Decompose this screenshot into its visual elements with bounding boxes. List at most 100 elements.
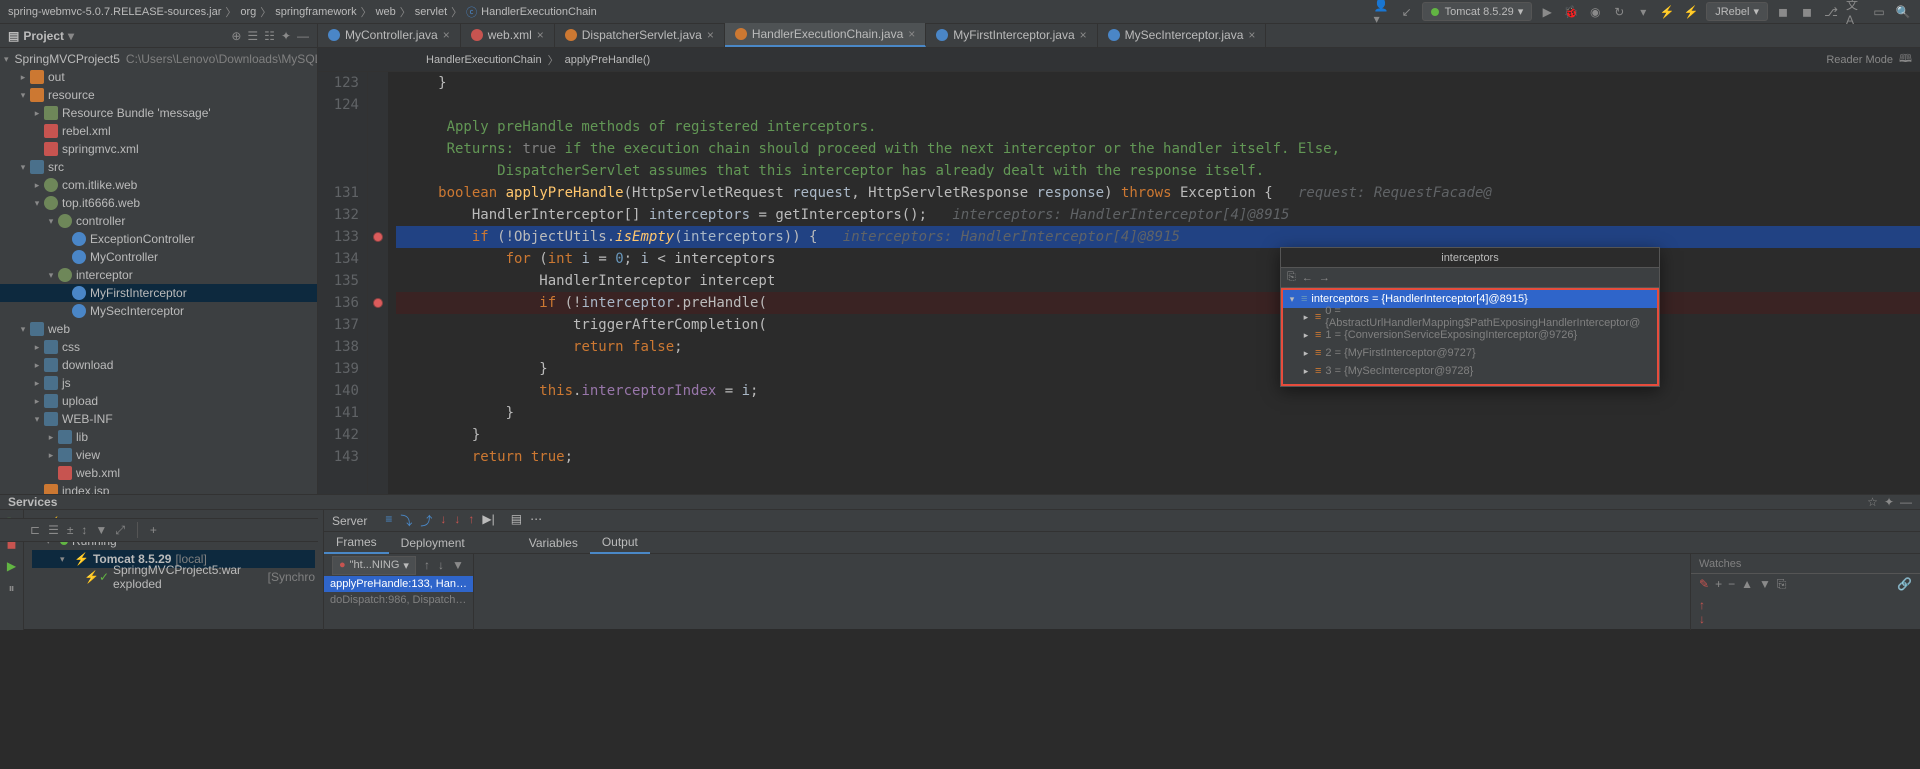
popup-title: interceptors bbox=[1281, 248, 1659, 268]
tb-icon[interactable]: ⊏ bbox=[30, 523, 40, 537]
pause-icon[interactable]: ⏸ bbox=[4, 580, 20, 596]
step-icon[interactable]: ↓ bbox=[454, 512, 460, 529]
copy-icon[interactable]: ⎘ bbox=[1777, 577, 1787, 592]
tb-icon[interactable]: ▼ bbox=[95, 523, 107, 537]
bc-p2[interactable]: springframework bbox=[275, 6, 356, 18]
down-icon[interactable]: ▼ bbox=[1759, 577, 1771, 591]
breakpoint-icon[interactable] bbox=[373, 298, 383, 308]
output-tab[interactable]: Output bbox=[590, 532, 650, 554]
eval-icon[interactable]: ▤ bbox=[511, 512, 522, 529]
step-icon[interactable]: ↓ bbox=[440, 512, 446, 529]
close-icon[interactable]: × bbox=[908, 27, 915, 41]
variables-tab[interactable]: Variables bbox=[517, 532, 590, 554]
bc-p4[interactable]: servlet bbox=[415, 6, 447, 18]
translate-icon[interactable]: 文A bbox=[1846, 3, 1864, 21]
step-over-icon[interactable]: ≡ bbox=[385, 512, 392, 529]
watches-title: Watches bbox=[1691, 554, 1920, 574]
stop2-icon[interactable]: ◼ bbox=[1798, 3, 1816, 21]
step-out-icon[interactable]: ⤴ bbox=[420, 512, 432, 529]
tb-add-icon[interactable]: + bbox=[150, 523, 157, 537]
thread-selector[interactable]: ●"ht...NING▾ bbox=[332, 556, 416, 575]
link-icon[interactable]: 🔗 bbox=[1897, 577, 1912, 591]
user-icon[interactable]: 👤▾ bbox=[1374, 3, 1392, 21]
bc-root[interactable]: spring-webmvc-5.0.7.RELEASE-sources.jar bbox=[8, 6, 221, 18]
popup-row[interactable]: ▸≡3 = {MySecInterceptor@9728} bbox=[1283, 362, 1657, 380]
bc-p1[interactable]: org bbox=[240, 6, 256, 18]
close-icon[interactable]: × bbox=[537, 28, 544, 42]
root-label[interactable]: SpringMVCProject5 bbox=[15, 52, 120, 66]
remove-icon[interactable]: − bbox=[1728, 577, 1735, 591]
jrebel-run-icon[interactable]: ⚡ bbox=[1658, 3, 1676, 21]
prev-frame-icon[interactable]: ↑ bbox=[424, 558, 430, 572]
git-icon[interactable]: ⎇ bbox=[1822, 3, 1840, 21]
profile-icon[interactable]: ↻ bbox=[1610, 3, 1628, 21]
tab-secint[interactable]: MySecInterceptor.java× bbox=[1098, 23, 1267, 47]
services-hide-icon[interactable]: — bbox=[1900, 495, 1912, 509]
bc-current[interactable]: HandlerExecutionChain bbox=[481, 6, 597, 18]
project-tree[interactable]: ▾SpringMVCProject5C:\Users\Lenovo\Downlo… bbox=[0, 48, 317, 494]
run-cursor-icon[interactable]: ▶| bbox=[482, 512, 494, 529]
run-config-selector[interactable]: Tomcat 8.5.29 ▾ bbox=[1422, 2, 1533, 21]
layout-icon[interactable]: ▭ bbox=[1870, 3, 1888, 21]
down-arrow-icon[interactable]: ↓ bbox=[1699, 612, 1705, 626]
next-frame-icon[interactable]: ↓ bbox=[438, 558, 444, 572]
popup-row[interactable]: ▸≡2 = {MyFirstInterceptor@9727} bbox=[1283, 344, 1657, 362]
popup-fwd-icon[interactable]: → bbox=[1319, 272, 1330, 284]
tab-firstint[interactable]: MyFirstInterceptor.java× bbox=[926, 23, 1097, 47]
bc-p3[interactable]: web bbox=[376, 6, 396, 18]
debug-icon[interactable]: 🐞 bbox=[1562, 3, 1580, 21]
frame-row[interactable]: applyPreHandle:133, HandlerE bbox=[324, 576, 473, 592]
jrebel-selector[interactable]: JRebel ▾ bbox=[1706, 2, 1768, 21]
frame-row[interactable]: doDispatch:986, DispatcherSer bbox=[324, 592, 473, 608]
up-icon[interactable]: ▲ bbox=[1741, 577, 1753, 591]
select-opened-icon[interactable]: ⊕ bbox=[231, 29, 241, 43]
more-icon[interactable]: ▾ bbox=[1634, 3, 1652, 21]
sync-icon[interactable]: ↙ bbox=[1398, 3, 1416, 21]
services-fav-icon[interactable]: ☆ bbox=[1867, 495, 1878, 509]
popup-copy-icon[interactable]: ⎘ bbox=[1287, 271, 1296, 284]
tb-icon[interactable]: ± bbox=[67, 523, 74, 537]
hide-icon[interactable]: — bbox=[297, 29, 309, 43]
tab-handlerexec[interactable]: HandlerExecutionChain.java× bbox=[725, 23, 926, 47]
server-tab[interactable]: Server bbox=[332, 514, 367, 528]
popup-row[interactable]: ▸≡0 = {AbstractUrlHandlerMapping$PathExp… bbox=[1283, 308, 1657, 326]
add-icon[interactable]: + bbox=[1715, 577, 1722, 591]
coverage-icon[interactable]: ◉ bbox=[1586, 3, 1604, 21]
code-content[interactable]: } Apply preHandle methods of registered … bbox=[388, 72, 1920, 494]
settings-icon[interactable]: ✦ bbox=[281, 29, 291, 43]
tb-icon[interactable]: ☰ bbox=[48, 523, 59, 537]
frames-tab[interactable]: Frames bbox=[324, 532, 389, 554]
step-into-icon[interactable]: ⤵ bbox=[400, 512, 412, 529]
step-icon[interactable]: ↑ bbox=[468, 512, 474, 529]
frames-list[interactable]: applyPreHandle:133, HandlerE doDispatch:… bbox=[324, 576, 473, 608]
top-right-controls: 👤▾ ↙ Tomcat 8.5.29 ▾ ▶ 🐞 ◉ ↻ ▾ ⚡ ⚡ JRebe… bbox=[1374, 2, 1912, 21]
tab-webxml[interactable]: web.xml× bbox=[461, 23, 555, 47]
tb-icon[interactable]: ↕ bbox=[81, 523, 87, 537]
tab-dispatcher[interactable]: DispatcherServlet.java× bbox=[555, 23, 725, 47]
expand-all-icon[interactable]: ☰ bbox=[247, 29, 258, 43]
resume-icon[interactable]: ▶ bbox=[4, 558, 20, 574]
services-settings-icon[interactable]: ✦ bbox=[1884, 495, 1894, 509]
popup-back-icon[interactable]: ← bbox=[1302, 272, 1313, 284]
close-icon[interactable]: × bbox=[1080, 28, 1087, 42]
close-icon[interactable]: × bbox=[443, 28, 450, 42]
close-icon[interactable]: × bbox=[707, 28, 714, 42]
breakpoint-icon[interactable] bbox=[373, 232, 383, 242]
collapse-all-icon[interactable]: ☷ bbox=[264, 29, 275, 43]
run-icon[interactable]: ▶ bbox=[1538, 3, 1556, 21]
tb-icon[interactable]: ⤢ bbox=[115, 523, 125, 538]
stop-icon[interactable]: ◼ bbox=[1774, 3, 1792, 21]
add-watch-icon[interactable]: ✎ bbox=[1699, 577, 1709, 591]
breadcrumb[interactable]: spring-webmvc-5.0.7.RELEASE-sources.jar … bbox=[8, 4, 1374, 20]
more-icon[interactable]: ⋯ bbox=[530, 512, 542, 529]
code-editor[interactable]: 123 124 131 132 133 134 135 136 137 138 … bbox=[318, 72, 1920, 494]
deployment-tab[interactable]: Deployment bbox=[389, 532, 477, 554]
reader-mode[interactable]: Reader Mode bbox=[1826, 54, 1893, 66]
close-icon[interactable]: × bbox=[1248, 28, 1255, 42]
tab-mycontroller[interactable]: MyController.java× bbox=[318, 23, 461, 47]
filter-icon[interactable]: ▼ bbox=[452, 558, 464, 572]
jrebel-debug-icon[interactable]: ⚡ bbox=[1682, 3, 1700, 21]
project-panel: ▤Project ▾ ⊕ ☰ ☷ ✦ — ▾SpringMVCProject5C… bbox=[0, 24, 318, 494]
up-arrow-icon[interactable]: ↑ bbox=[1699, 598, 1705, 612]
search-icon[interactable]: 🔍 bbox=[1894, 3, 1912, 21]
